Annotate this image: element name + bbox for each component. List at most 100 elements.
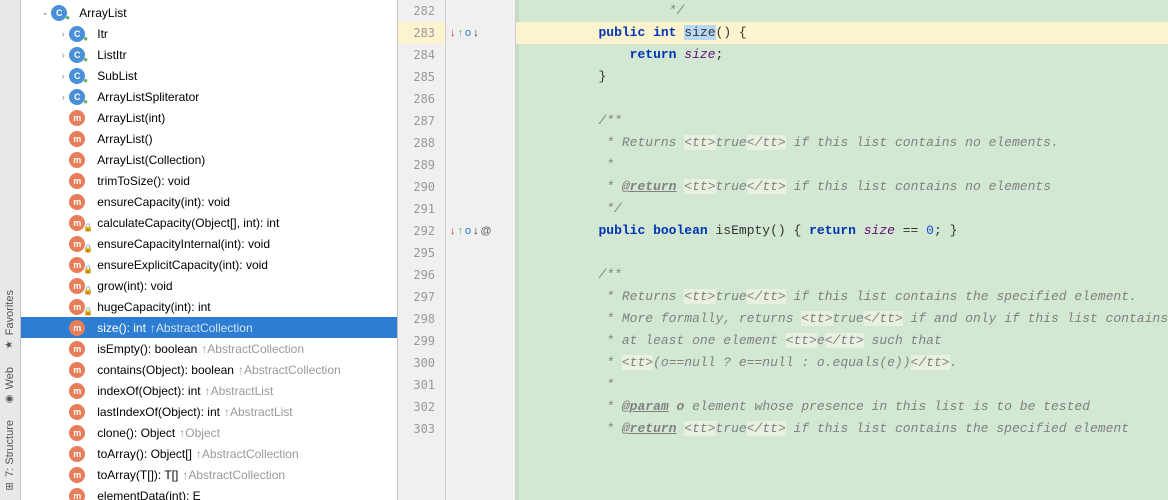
tree-item-itr[interactable]: ›C●Itr xyxy=(21,23,397,44)
code-line[interactable]: * @return <tt>true</tt> if this list con… xyxy=(516,176,1168,198)
line-number[interactable]: 296 xyxy=(398,264,445,286)
gutter-marker-row[interactable] xyxy=(446,308,515,330)
line-number[interactable]: 295 xyxy=(398,242,445,264)
line-number[interactable]: 284 xyxy=(398,44,445,66)
tree-item-indexof-object---int[interactable]: mindexOf(Object): int↑AbstractList xyxy=(21,380,397,401)
tree-item-arraylist[interactable]: ⌄C●ArrayList xyxy=(21,2,397,23)
spacer xyxy=(83,391,93,401)
gutter-marker-row[interactable] xyxy=(446,132,515,154)
code-line[interactable]: * Returns <tt>true</tt> if this list con… xyxy=(516,286,1168,308)
tree-item-grow-int---void[interactable]: m🔒grow(int): void xyxy=(21,275,397,296)
tree-item-ensurecapacity-int---void[interactable]: mensureCapacity(int): void xyxy=(21,191,397,212)
tree-item-isempty----boolean[interactable]: misEmpty(): boolean↑AbstractCollection xyxy=(21,338,397,359)
code-editor[interactable]: 2822832842852862872882892902912922952962… xyxy=(398,0,1168,500)
gutter-marker-row[interactable] xyxy=(446,242,515,264)
spacer xyxy=(83,433,93,443)
expand-arrow-icon[interactable]: › xyxy=(57,71,69,81)
code-line[interactable]: * More formally, returns <tt>true</tt> i… xyxy=(516,308,1168,330)
line-number[interactable]: 291 xyxy=(398,198,445,220)
code-line[interactable]: * <tt>(o==null ? e==null : o.equals(e))<… xyxy=(516,352,1168,374)
expand-arrow-icon[interactable]: › xyxy=(57,92,69,102)
gutter-marker-row[interactable] xyxy=(446,0,515,22)
tree-item-arraylist--[interactable]: mArrayList() xyxy=(21,128,397,149)
code-line[interactable]: /** xyxy=(516,110,1168,132)
line-number[interactable]: 287 xyxy=(398,110,445,132)
line-number[interactable]: 289 xyxy=(398,154,445,176)
expand-arrow-icon[interactable]: › xyxy=(57,50,69,60)
tree-item-arraylistspliterator[interactable]: ›C●ArrayListSpliterator xyxy=(21,86,397,107)
code-line[interactable] xyxy=(516,88,1168,110)
tree-item-label: ListItr xyxy=(97,48,126,62)
tree-item-calculatecapacity-object----int---int[interactable]: m🔒calculateCapacity(Object[], int): int xyxy=(21,212,397,233)
spacer xyxy=(83,370,93,380)
gutter-marker-row[interactable] xyxy=(446,154,515,176)
code-area[interactable]: */ public int size() { return size; } /*… xyxy=(516,0,1168,500)
line-number[interactable]: 292 xyxy=(398,220,445,242)
gutter-marker-row[interactable] xyxy=(446,66,515,88)
line-number[interactable]: 301 xyxy=(398,374,445,396)
line-number[interactable]: 290 xyxy=(398,176,445,198)
tree-item-sublist[interactable]: ›C●SubList xyxy=(21,65,397,86)
tree-item-size----int[interactable]: msize(): int↑AbstractCollection xyxy=(21,317,397,338)
code-line[interactable]: */ xyxy=(516,198,1168,220)
tree-item-ensureexplicitcapacity-int---void[interactable]: m🔒ensureExplicitCapacity(int): void xyxy=(21,254,397,275)
tree-item-trimtosize----void[interactable]: mtrimToSize(): void xyxy=(21,170,397,191)
gutter-marker-row[interactable] xyxy=(446,264,515,286)
tree-item-elementdata-int---e[interactable]: melementData(int): E xyxy=(21,485,397,500)
code-line[interactable]: * @param o element whose presence in thi… xyxy=(516,396,1168,418)
code-line[interactable]: * xyxy=(516,154,1168,176)
code-line[interactable]: /** xyxy=(516,264,1168,286)
tree-item-contains-object---boolean[interactable]: mcontains(Object): boolean↑AbstractColle… xyxy=(21,359,397,380)
line-number[interactable]: 286 xyxy=(398,88,445,110)
tree-item-ensurecapacityinternal-int---void[interactable]: m🔒ensureCapacityInternal(int): void xyxy=(21,233,397,254)
gutter-marker-row[interactable]: ↓↑o↓@ xyxy=(446,220,515,242)
line-number[interactable]: 297 xyxy=(398,286,445,308)
code-line[interactable]: return size; xyxy=(516,44,1168,66)
gutter-marker-row[interactable] xyxy=(446,374,515,396)
line-number[interactable]: 298 xyxy=(398,308,445,330)
tree-item-listitr[interactable]: ›C●ListItr xyxy=(21,44,397,65)
line-number[interactable]: 282 xyxy=(398,0,445,22)
code-line[interactable]: * xyxy=(516,374,1168,396)
line-number[interactable]: 288 xyxy=(398,132,445,154)
gutter-marker-row[interactable] xyxy=(446,176,515,198)
gutter-marker-row[interactable]: ↓↑o↓ xyxy=(446,22,515,44)
tree-item-clone----object[interactable]: mclone(): Object↑Object xyxy=(21,422,397,443)
line-number[interactable]: 283 xyxy=(398,22,445,44)
gutter-marker-row[interactable] xyxy=(446,352,515,374)
tree-item-lastindexof-object---int[interactable]: mlastIndexOf(Object): int↑AbstractList xyxy=(21,401,397,422)
gutter-marker-row[interactable] xyxy=(446,198,515,220)
code-line[interactable]: * Returns <tt>true</tt> if this list con… xyxy=(516,132,1168,154)
gutter-marker-row[interactable] xyxy=(446,286,515,308)
line-number[interactable]: 303 xyxy=(398,418,445,440)
line-number[interactable]: 302 xyxy=(398,396,445,418)
tree-item-arraylist-int-[interactable]: mArrayList(int) xyxy=(21,107,397,128)
code-line[interactable]: * at least one element <tt>e</tt> such t… xyxy=(516,330,1168,352)
toolwindow-web-button[interactable]: ◉Web xyxy=(2,359,18,412)
gutter-marker-row[interactable] xyxy=(446,330,515,352)
gutter-marker-row[interactable] xyxy=(446,88,515,110)
tree-item-toarray-t-----t--[interactable]: mtoArray(T[]): T[]↑AbstractCollection xyxy=(21,464,397,485)
tree-item-arraylist-collection---extends-e--[interactable]: mArrayList(Collection) xyxy=(21,149,397,170)
inherited-label: ↑AbstractCollection xyxy=(201,342,304,356)
line-number[interactable]: 285 xyxy=(398,66,445,88)
tree-item-label: ArrayList() xyxy=(97,132,152,146)
tree-item-hugecapacity-int---int[interactable]: m🔒hugeCapacity(int): int xyxy=(21,296,397,317)
code-line[interactable]: public int size() { xyxy=(516,22,1168,44)
gutter-marker-row[interactable] xyxy=(446,110,515,132)
expand-arrow-icon[interactable]: › xyxy=(57,29,69,39)
toolwindow-structure-button[interactable]: ⊞7: Structure xyxy=(2,412,18,500)
expand-arrow-icon[interactable]: ⌄ xyxy=(39,7,51,18)
code-line[interactable]: * @return <tt>true</tt> if this list con… xyxy=(516,418,1168,440)
code-line[interactable]: public boolean isEmpty() { return size =… xyxy=(516,220,1168,242)
code-line[interactable]: } xyxy=(516,66,1168,88)
code-line[interactable] xyxy=(516,242,1168,264)
gutter-marker-row[interactable] xyxy=(446,418,515,440)
toolwindow-favorites-button[interactable]: ★Favorites xyxy=(2,282,18,358)
line-number[interactable]: 299 xyxy=(398,330,445,352)
code-line[interactable]: */ xyxy=(516,0,1168,22)
gutter-marker-row[interactable] xyxy=(446,44,515,66)
tree-item-toarray----object--[interactable]: mtoArray(): Object[]↑AbstractCollection xyxy=(21,443,397,464)
line-number[interactable]: 300 xyxy=(398,352,445,374)
gutter-marker-row[interactable] xyxy=(446,396,515,418)
